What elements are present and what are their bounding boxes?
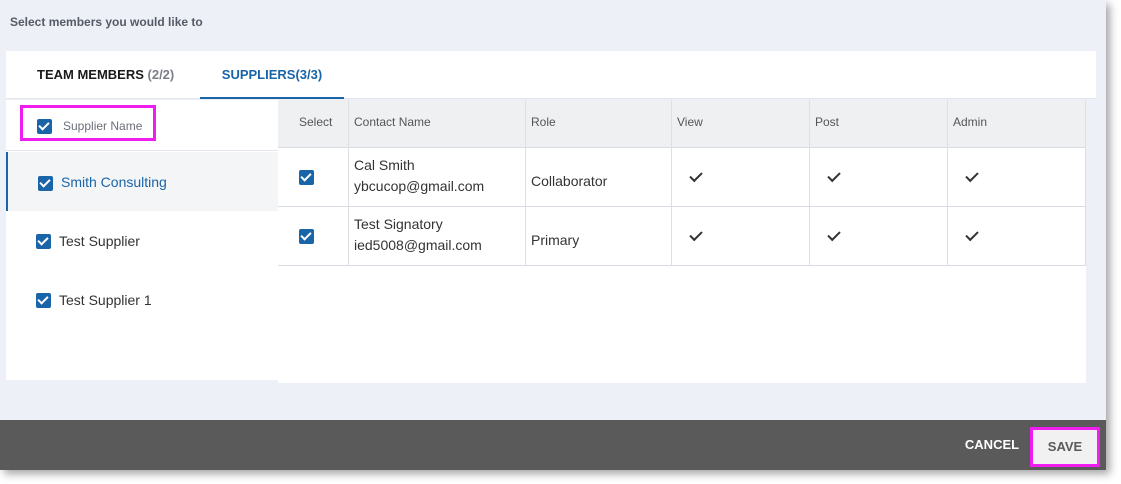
column-header-role: Role [531, 115, 556, 129]
supplier-item-label: Test Supplier 1 [59, 292, 152, 308]
select-all-suppliers-checkbox[interactable] [37, 119, 52, 134]
column-header-contact-name: Contact Name [354, 115, 431, 129]
supplier-item-test-supplier-1[interactable]: Test Supplier 1 [6, 270, 278, 329]
supplier-item-smith-consulting[interactable]: Smith Consulting [6, 152, 278, 211]
contact-name: Test Signatory [354, 216, 443, 232]
supplier-checkbox[interactable] [36, 234, 51, 249]
supplier-item-label: Test Supplier [59, 233, 140, 249]
member-selection-dialog: Select members you would like to TEAM ME… [0, 0, 1106, 470]
contact-email: ied5008@gmail.com [354, 237, 482, 253]
row-select-checkbox[interactable] [299, 229, 314, 244]
save-button[interactable]: SAVE [1030, 427, 1100, 467]
cancel-button[interactable]: CANCEL [958, 420, 1026, 470]
tab-bar: TEAM MEMBERS (2/2) SUPPLIERS(3/3) [6, 51, 1096, 99]
contact-role: Collaborator [531, 173, 608, 189]
tab-team-members[interactable]: TEAM MEMBERS (2/2) [37, 51, 174, 99]
supplier-name-header: Supplier Name [63, 119, 143, 133]
row-select-checkbox[interactable] [299, 170, 314, 185]
supplier-checkbox[interactable] [38, 176, 53, 191]
column-header-admin: Admin [953, 115, 988, 129]
table-row: Test Signatory ied5008@gmail.com Primary [278, 207, 1086, 266]
supplier-list: Supplier Name Smith Consulting Test Supp… [6, 100, 278, 380]
contact-role: Primary [531, 232, 580, 248]
table-row: Cal Smith ybcucop@gmail.com Collaborator [278, 148, 1086, 207]
supplier-list-header: Supplier Name [6, 100, 278, 151]
contact-name: Cal Smith [354, 157, 415, 173]
tab-team-members-label: TEAM MEMBERS [37, 67, 144, 82]
column-header-view: View [677, 115, 703, 129]
tab-team-members-count: (2/2) [147, 67, 175, 82]
view-checkmark-icon[interactable] [689, 168, 703, 183]
supplier-item-test-supplier[interactable]: Test Supplier [6, 211, 278, 270]
post-checkmark-icon[interactable] [827, 168, 841, 183]
contact-email: ybcucop@gmail.com [354, 178, 485, 194]
supplier-item-label: Smith Consulting [61, 174, 167, 190]
view-checkmark-icon[interactable] [689, 227, 703, 242]
supplier-checkbox[interactable] [36, 293, 51, 308]
contacts-grid: Select Contact Name Role View Post Admin… [278, 100, 1086, 383]
column-header-post: Post [815, 115, 840, 129]
column-header-select: Select [299, 115, 333, 129]
post-checkmark-icon[interactable] [827, 227, 841, 242]
dialog-footer: CANCEL SAVE [0, 420, 1106, 470]
tab-suppliers[interactable]: SUPPLIERS(3/3) [200, 51, 344, 99]
admin-checkmark-icon[interactable] [965, 168, 979, 183]
grid-header: Select Contact Name Role View Post Admin [278, 100, 1086, 148]
dialog-prompt: Select members you would like to [10, 15, 203, 29]
admin-checkmark-icon[interactable] [965, 227, 979, 242]
